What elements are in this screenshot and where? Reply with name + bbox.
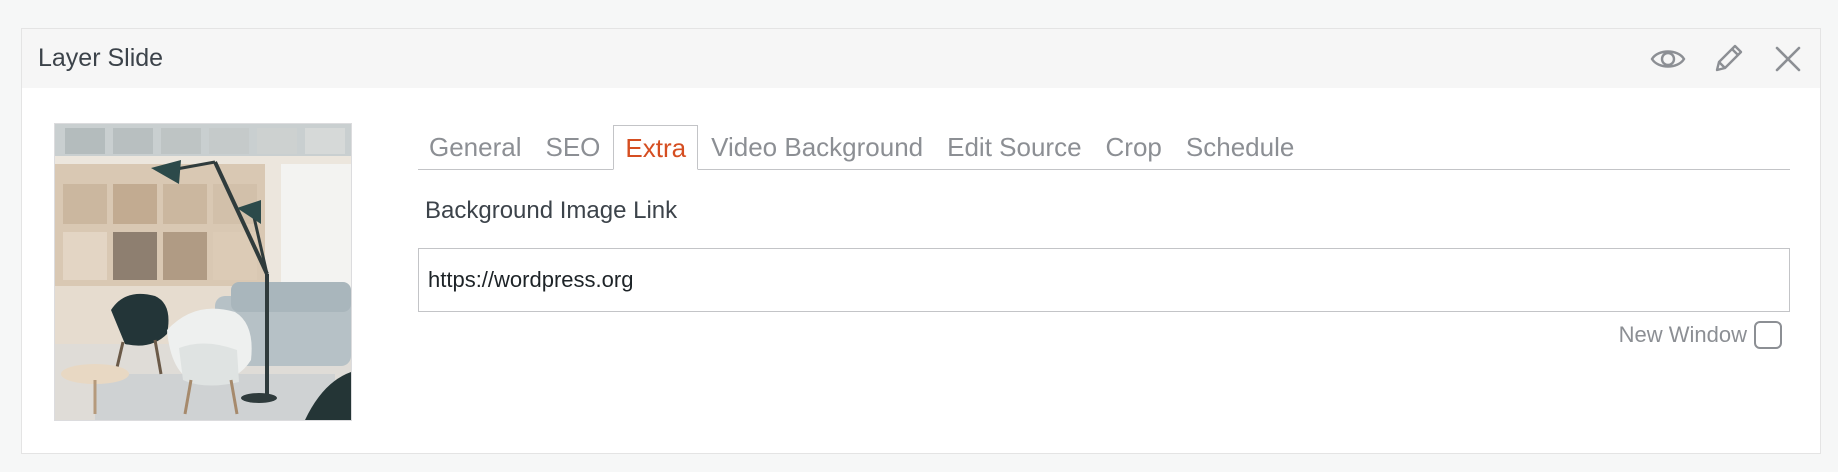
tab-bar: General SEO Extra Video Background Edit …	[418, 124, 1790, 170]
tab-schedule[interactable]: Schedule	[1175, 125, 1305, 169]
tab-general[interactable]: General	[418, 125, 533, 169]
tab-edit-source[interactable]: Edit Source	[936, 125, 1092, 169]
slide-settings: General SEO Extra Video Background Edit …	[418, 124, 1790, 349]
background-image-link-label: Background Image Link	[425, 197, 678, 224]
panel-header: Layer Slide	[22, 29, 1820, 88]
close-icon[interactable]	[1770, 41, 1806, 77]
layer-slide-panel: Layer Slide General SEO Extra Video Back…	[21, 28, 1821, 454]
pencil-icon[interactable]	[1710, 41, 1746, 77]
header-actions	[1650, 41, 1806, 77]
tab-video-background[interactable]: Video Background	[700, 125, 934, 169]
panel-body: General SEO Extra Video Background Edit …	[22, 88, 1820, 454]
panel-title: Layer Slide	[38, 44, 164, 72]
slide-image-thumbnail[interactable]	[54, 123, 352, 421]
tab-crop[interactable]: Crop	[1095, 125, 1173, 169]
background-image-link-input[interactable]	[418, 248, 1790, 312]
new-window-option: New Window	[418, 321, 1790, 349]
new-window-checkbox[interactable]	[1754, 321, 1782, 349]
eye-icon[interactable]	[1650, 41, 1686, 77]
tab-seo[interactable]: SEO	[535, 125, 612, 169]
new-window-label: New Window	[1618, 322, 1747, 347]
tab-extra[interactable]: Extra	[613, 125, 699, 170]
